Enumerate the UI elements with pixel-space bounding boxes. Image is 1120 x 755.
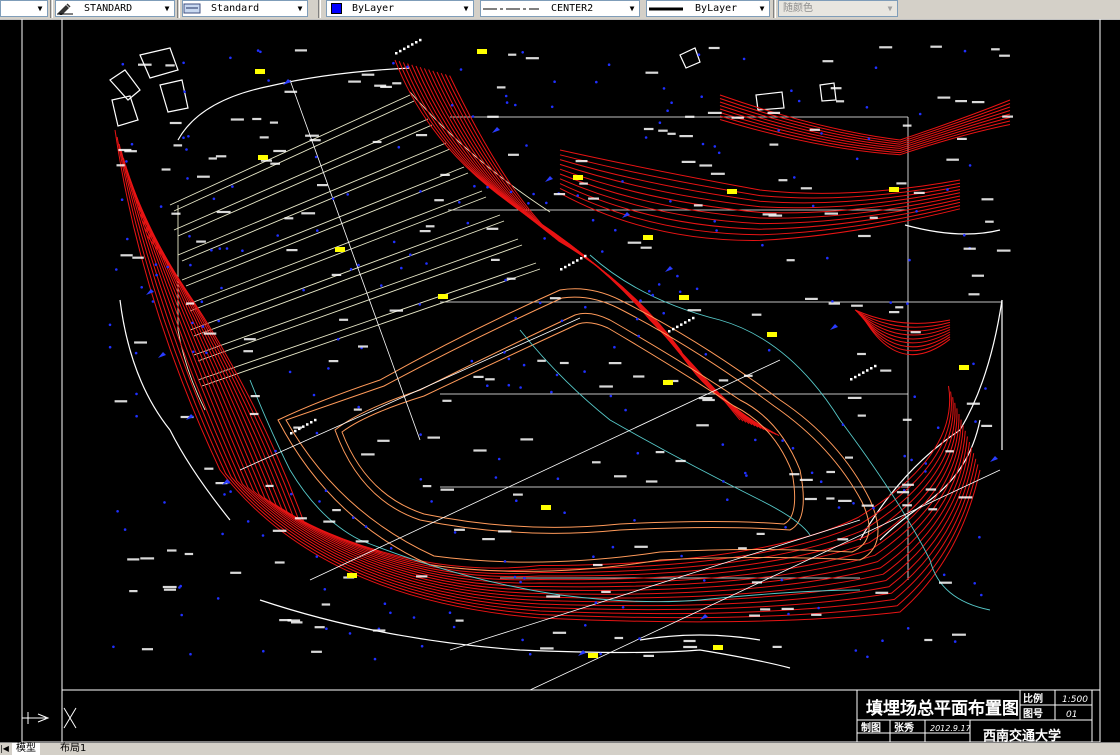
landfill-pit-outline <box>277 288 879 572</box>
chevron-down-icon: ▼ <box>33 1 47 16</box>
sheet-value: 01 <box>1066 710 1077 720</box>
text-style-dropdown[interactable]: STANDARD ▼ <box>55 0 175 17</box>
drawing-canvas[interactable]: 填埋场总平面布置图 比例 1:500 图号 01 制图 张秀 2012.9.17… <box>0 19 1120 742</box>
layer-color-label: ByLayer <box>352 3 395 14</box>
layout-tabs: |◀ 模型 布局1 <box>0 742 1120 755</box>
color-swatch-icon <box>331 3 342 14</box>
linetype-dropdown[interactable]: CENTER2 ▼ <box>480 0 640 17</box>
date-value: 2012.9.17 <box>930 724 972 733</box>
toolbar-separator <box>50 0 53 18</box>
lineweight-sample <box>649 7 683 11</box>
lineweight-label: ByLayer <box>695 3 738 14</box>
sheet-label: 图号 <box>1023 708 1043 720</box>
text-style-icon <box>57 3 73 15</box>
lineweight-dropdown[interactable]: ByLayer ▼ <box>646 0 770 17</box>
scale-label: 比例 <box>1023 692 1043 705</box>
leader-lines <box>239 79 1001 691</box>
toolbar-left-dropdown[interactable]: ▼ <box>0 0 48 17</box>
chevron-down-icon: ▼ <box>755 1 769 16</box>
dim-style-icon <box>183 3 201 14</box>
drawn-label: 制图 <box>861 721 881 734</box>
plot-style-label: 随颜色 <box>783 3 813 14</box>
layer-color-dropdown[interactable]: ByLayer ▼ <box>326 0 474 17</box>
plot-style-dropdown[interactable]: 随颜色 ▼ <box>778 0 898 17</box>
drawing-title: 填埋场总平面布置图 <box>866 698 1019 719</box>
chevron-down-icon: ▼ <box>883 1 897 16</box>
toolbar-separator <box>318 0 321 18</box>
tab-layout1[interactable]: 布局1 <box>56 743 90 755</box>
toolbar: ▼ STANDARD ▼ Standard ▼ ByLayer ▼ CENTER… <box>0 0 1120 20</box>
chevron-down-icon: ▼ <box>625 1 639 16</box>
contour-lines <box>114 59 1011 623</box>
linetype-label: CENTER2 <box>551 3 594 14</box>
school-name: 西南交通大学 <box>983 728 1061 742</box>
dim-style-dropdown[interactable]: Standard ▼ <box>182 0 308 17</box>
toolbar-separator <box>773 0 776 18</box>
drawn-value: 张秀 <box>894 721 914 734</box>
chevron-down-icon: ▼ <box>459 1 473 16</box>
chevron-down-icon: ▼ <box>293 1 307 16</box>
scale-value: 1:500 <box>1062 695 1088 705</box>
tab-scroll-first-icon[interactable]: |◀ <box>0 743 9 755</box>
text-style-label: STANDARD <box>84 3 133 14</box>
ucs-icon <box>22 707 77 729</box>
toolbar-separator <box>177 0 180 18</box>
tab-model[interactable]: 模型 <box>12 743 40 755</box>
dim-style-label: Standard <box>211 3 260 14</box>
access-roads <box>169 91 551 411</box>
center-linetype-sample <box>483 8 539 10</box>
chevron-down-icon: ▼ <box>160 1 174 16</box>
